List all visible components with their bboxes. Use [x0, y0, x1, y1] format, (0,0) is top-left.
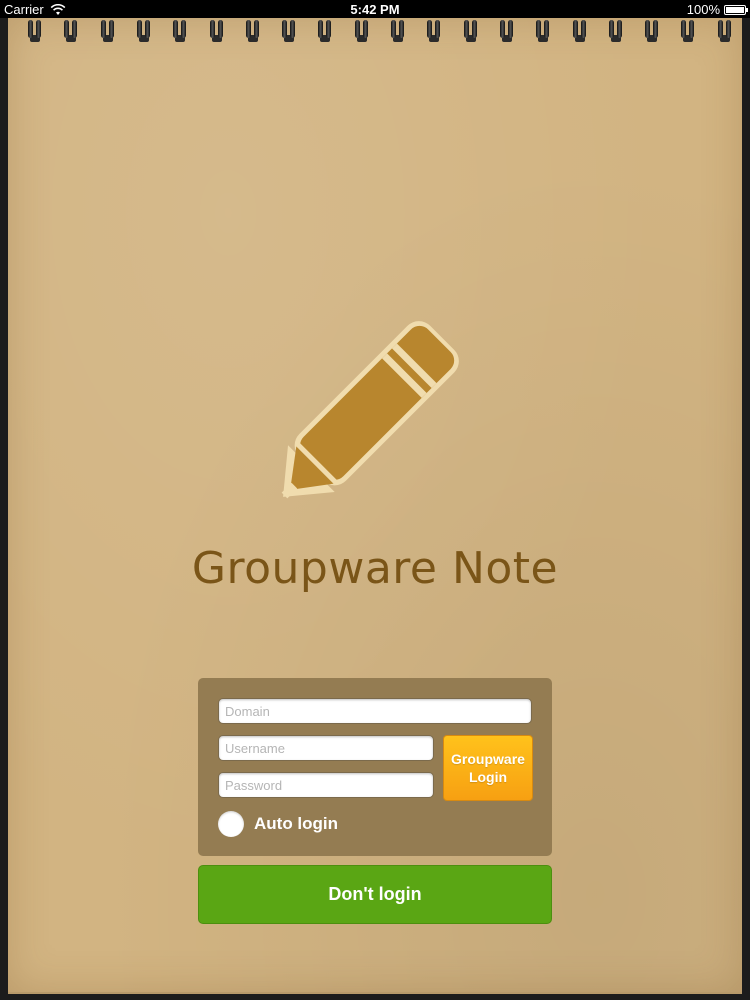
spiral-ring	[716, 20, 734, 44]
username-field[interactable]	[218, 735, 434, 761]
groupware-login-button[interactable]: Groupware Login	[443, 735, 533, 801]
app-title: Groupware Note	[191, 543, 559, 594]
dont-login-button[interactable]: Don't login	[198, 865, 552, 924]
spiral-ring	[534, 20, 552, 44]
spiral-ring	[679, 20, 697, 44]
spiral-ring	[99, 20, 117, 44]
domain-field[interactable]	[218, 698, 532, 724]
spiral-ring	[316, 20, 334, 44]
clock: 5:42 PM	[350, 2, 400, 17]
spiral-ring	[498, 20, 516, 44]
spiral-ring	[171, 20, 189, 44]
password-field[interactable]	[218, 772, 434, 798]
battery-icon	[724, 4, 748, 15]
spiral-ring	[135, 20, 153, 44]
spiral-ring	[607, 20, 625, 44]
spiral-ring	[389, 20, 407, 44]
spiral-ring	[62, 20, 80, 44]
spiral-ring	[462, 20, 480, 44]
auto-login-label: Auto login	[254, 814, 339, 833]
spiral-ring	[208, 20, 226, 44]
auto-login-radio[interactable]	[218, 811, 244, 837]
auto-login-toggle[interactable]: Auto login	[218, 811, 338, 837]
spiral-ring	[26, 20, 44, 44]
spiral-ring	[571, 20, 589, 44]
spiral-ring	[643, 20, 661, 44]
spiral-ring	[244, 20, 262, 44]
spiral-ring	[425, 20, 443, 44]
spiral-ring	[353, 20, 371, 44]
spiral-ring	[280, 20, 298, 44]
login-panel: Groupware Login Auto login	[198, 678, 552, 856]
pencil-icon	[281, 321, 459, 499]
spiral-binding	[8, 18, 742, 48]
battery-percent: 100%	[686, 2, 720, 17]
status-bar: Carrier 5:42 PM 100%	[0, 0, 750, 18]
